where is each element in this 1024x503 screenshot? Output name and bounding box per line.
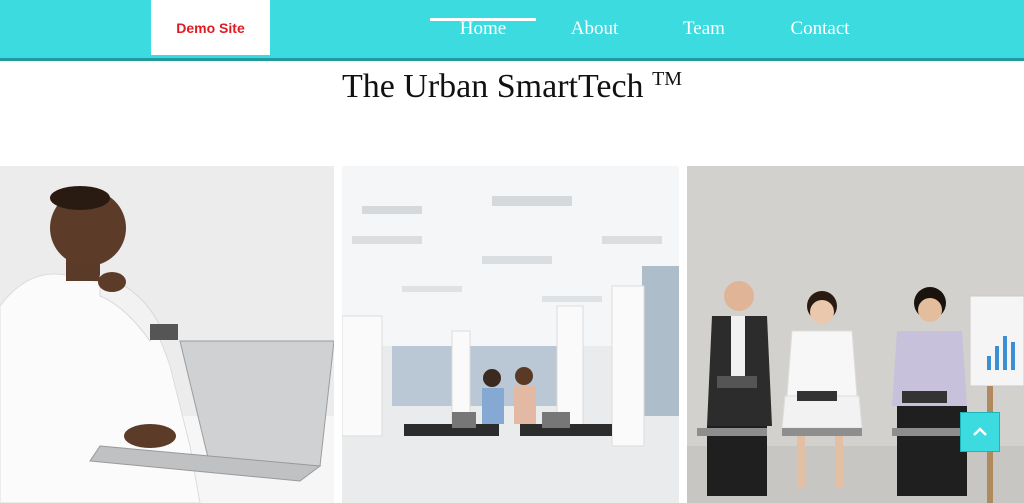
nav-home[interactable]: Home [430,0,536,58]
page-title: The Urban SmartTech TM [0,68,1024,106]
page-title-text: The Urban SmartTech [341,68,644,105]
people-seated-with-notebooks-photo [687,166,1024,503]
nav-team[interactable]: Team [670,0,738,58]
chevron-up-icon [973,427,987,436]
people-on-office-floor-photo [342,166,679,503]
logo-text: Demo Site [176,19,245,36]
nav-about[interactable]: About [556,0,633,58]
nav-contact[interactable]: Contact [780,0,860,58]
site-logo[interactable]: Demo Site [151,0,270,55]
trademark-mark: TM [652,68,683,90]
man-with-laptop-photo [0,166,334,503]
back-to-top-button[interactable] [960,412,1000,452]
top-navbar: Demo Site Home About Team Contact [0,0,1024,61]
